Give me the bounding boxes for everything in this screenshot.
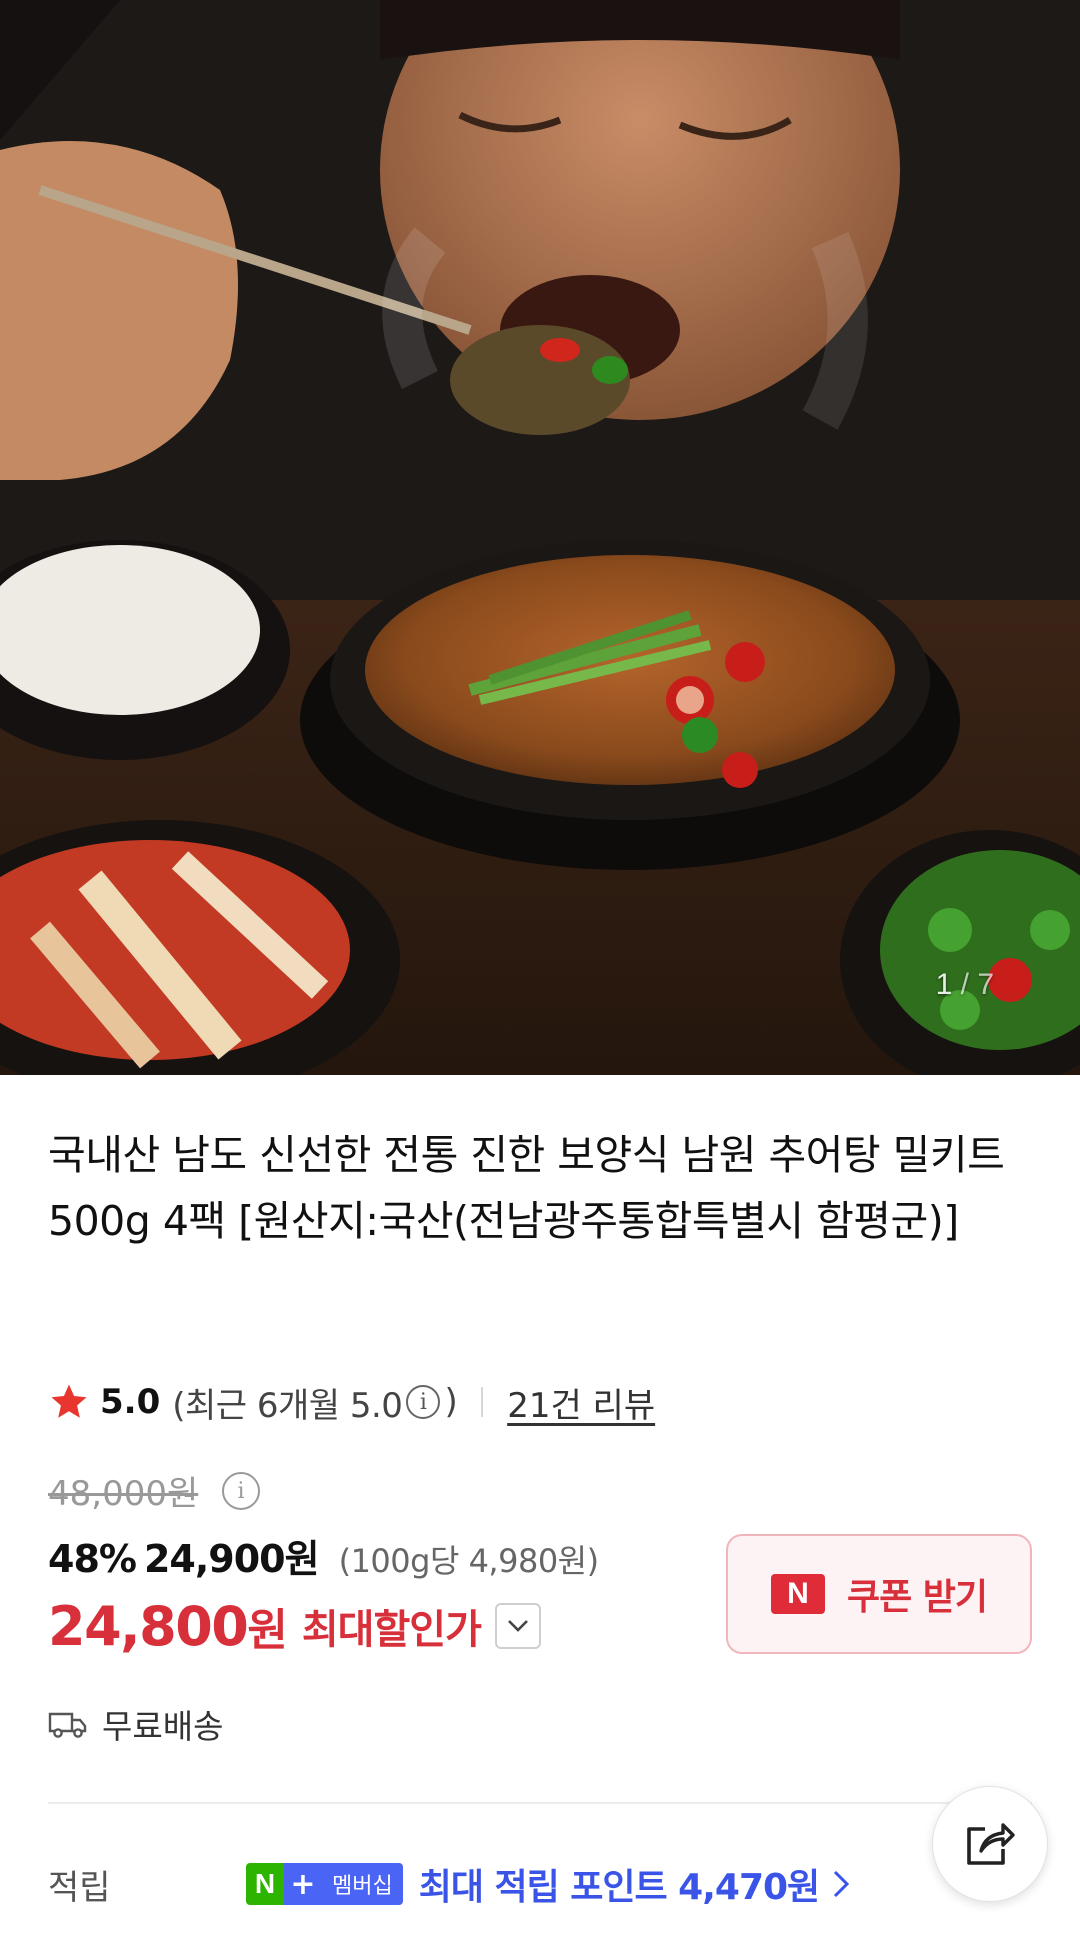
rating-info-icon[interactable]: i bbox=[406, 1385, 441, 1419]
price-detail-toggle[interactable] bbox=[494, 1603, 541, 1649]
chevron-right-icon bbox=[834, 1870, 850, 1898]
price-info-icon[interactable]: i bbox=[222, 1472, 260, 1510]
chevron-down-icon bbox=[507, 1620, 528, 1632]
product-title: 국내산 남도 신선한 전통 진한 보양식 남원 추어탕 밀키트 500g 4팩 … bbox=[48, 1131, 1005, 1245]
section-divider bbox=[48, 1802, 1032, 1804]
points-label: 적립 bbox=[48, 1867, 111, 1908]
product-photo-illustration bbox=[0, 0, 1080, 1075]
rating-divider bbox=[481, 1387, 484, 1417]
rating-recent: (최근 6개월 5.0 bbox=[172, 1385, 403, 1426]
image-counter-separator: / bbox=[960, 968, 969, 1001]
original-price: 48,000원 bbox=[48, 1474, 199, 1514]
image-counter-current: 1 bbox=[935, 968, 953, 1001]
coupon-button-label: 쿠폰 받기 bbox=[846, 1577, 988, 1618]
naver-n-icon: N bbox=[246, 1863, 284, 1905]
final-price-amount: 24,800 bbox=[48, 1594, 249, 1658]
naver-plus-membership-badge: N + 멤버십 bbox=[246, 1863, 403, 1905]
naver-n-icon: N bbox=[770, 1574, 825, 1614]
rating-score: 5.0 bbox=[100, 1382, 161, 1422]
truck-icon bbox=[48, 1712, 87, 1738]
share-button[interactable] bbox=[932, 1786, 1048, 1902]
unit-price: (100g당 4,980원) bbox=[338, 1542, 600, 1580]
share-icon bbox=[967, 1823, 1015, 1865]
review-count-link[interactable]: 21건 리뷰 bbox=[507, 1378, 655, 1427]
discount-rate: 48% bbox=[48, 1537, 137, 1581]
membership-badge-label: 멤버십 bbox=[322, 1863, 403, 1905]
sale-price: 24,900원 bbox=[143, 1537, 320, 1581]
sale-price-row: 48% 24,900원 (100g당 4,980원) bbox=[48, 1528, 599, 1583]
final-price-currency: 원 bbox=[247, 1605, 288, 1656]
shipping-label: 무료배송 bbox=[102, 1707, 224, 1746]
max-points-text: 최대 적립 포인트 4,470원 bbox=[418, 1867, 820, 1908]
image-counter: 1 / 7 bbox=[936, 968, 994, 1002]
rating-row: 5.0 (최근 6개월 5.0 i ) 21건 리뷰 bbox=[48, 1378, 655, 1426]
image-counter-total: 7 bbox=[977, 968, 994, 1001]
max-discount-label: 최대할인가 bbox=[301, 1607, 482, 1653]
plus-icon: + bbox=[284, 1863, 322, 1905]
star-icon bbox=[51, 1384, 87, 1418]
product-image[interactable]: 1 / 7 bbox=[0, 0, 1080, 1075]
final-price-row: 24,800 원 최대할인가 bbox=[48, 1594, 541, 1658]
points-row[interactable]: 적립 N + 멤버십 최대 적립 포인트 4,470원 bbox=[48, 1856, 948, 1912]
coupon-button[interactable]: N 쿠폰 받기 bbox=[726, 1534, 1032, 1654]
rating-recent-close: ) bbox=[444, 1382, 458, 1422]
shipping-info: 무료배송 bbox=[48, 1700, 223, 1748]
